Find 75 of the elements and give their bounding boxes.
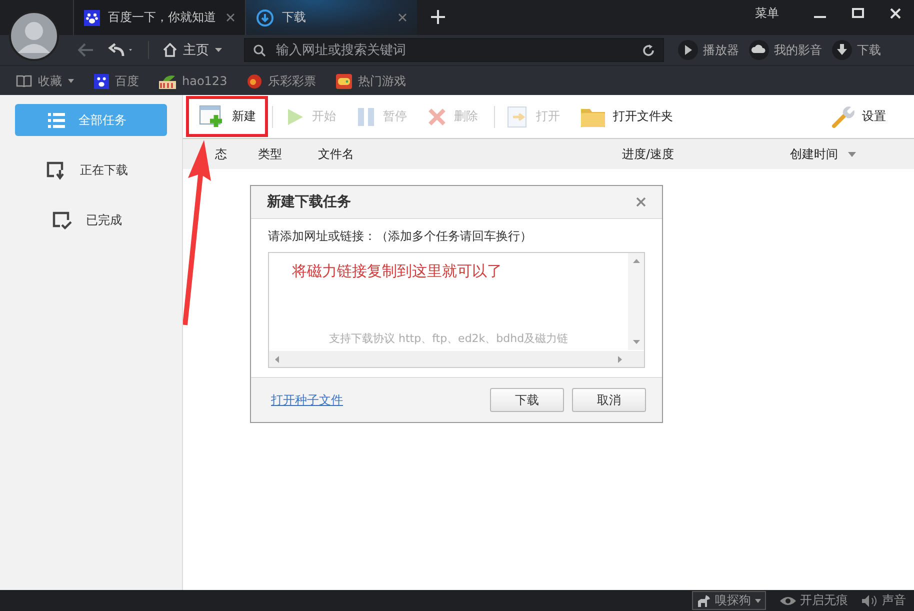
scroll-down-icon[interactable] xyxy=(632,340,640,344)
play-icon xyxy=(285,106,305,126)
open-file-icon xyxy=(507,106,529,128)
paw-icon xyxy=(94,74,109,88)
paw-icon xyxy=(84,10,100,26)
maximize-icon[interactable] xyxy=(852,8,864,18)
new-tab-icon[interactable] xyxy=(431,10,445,24)
play-icon xyxy=(678,40,698,60)
vertical-scrollbar[interactable] xyxy=(628,253,644,350)
horizontal-scrollbar[interactable] xyxy=(269,351,644,367)
speaker-icon xyxy=(862,594,878,606)
tab-title: 百度一下，你就知道 xyxy=(108,9,217,26)
column-header[interactable]: 类型 xyxy=(258,146,318,162)
menu-button[interactable]: 菜单 xyxy=(755,5,779,22)
delete-icon xyxy=(427,106,447,126)
home-button[interactable]: 主页 xyxy=(148,41,222,59)
bookmark[interactable]: 热门游戏 xyxy=(336,72,406,90)
browser-tab[interactable]: 百度一下，你就知道 xyxy=(73,0,245,35)
eye-icon xyxy=(780,596,796,606)
status-button[interactable]: 声音 xyxy=(862,592,906,609)
column-header[interactable]: 创建时间 xyxy=(790,146,856,162)
open-torrent-link[interactable]: 打开种子文件 xyxy=(271,392,343,408)
sidebar-item[interactable]: 已完成 xyxy=(15,204,167,236)
back-icon[interactable] xyxy=(78,43,94,57)
game-icon xyxy=(336,74,352,88)
undo-icon[interactable] xyxy=(108,43,134,57)
bookmark[interactable]: 乐彩彩票 xyxy=(247,72,316,90)
caret-icon xyxy=(755,598,761,602)
wrench-icon xyxy=(831,104,855,128)
bookmark[interactable]: 收藏 xyxy=(16,72,74,90)
ball-icon xyxy=(247,74,262,88)
sort-icon xyxy=(848,152,856,156)
column-header[interactable]: 文件名 xyxy=(318,146,622,162)
dialog-button[interactable]: 取消 xyxy=(572,388,646,412)
download-box-icon xyxy=(46,160,66,180)
new-window-icon xyxy=(199,104,225,128)
toolbar-button[interactable]: 新建 xyxy=(195,100,260,132)
bookmark[interactable]: hao123 xyxy=(159,74,228,88)
book-icon xyxy=(16,74,32,88)
download-icon xyxy=(256,8,274,26)
address-field[interactable]: 输入网址或搜索关键词 xyxy=(274,42,634,58)
nav-link[interactable]: 我的影音 xyxy=(749,40,822,60)
settings-button[interactable]: 设置 xyxy=(827,100,890,132)
check-box-icon xyxy=(52,210,72,230)
nav-link[interactable]: 播放器 xyxy=(678,40,739,60)
cloud-icon xyxy=(749,40,769,60)
dialog-title: 新建下载任务 xyxy=(267,193,351,211)
scroll-up-icon[interactable] xyxy=(632,259,640,263)
bookmark[interactable]: 百度 xyxy=(94,72,139,90)
scroll-right-icon[interactable] xyxy=(618,356,622,362)
browser-tab[interactable]: 下载 xyxy=(245,0,417,35)
dialog-button[interactable]: 下载 xyxy=(490,388,564,412)
dog-icon xyxy=(697,594,711,608)
status-button[interactable]: 嗅探狗 xyxy=(692,591,766,610)
pause-icon xyxy=(356,106,376,126)
download-icon xyxy=(832,40,852,60)
home-icon xyxy=(163,43,177,57)
list-icon xyxy=(48,112,64,128)
prompt-text: 请添加网址或链接：（添加多个任务请回车换行） xyxy=(268,228,533,245)
annotation-text: 将磁力链接复制到这里就可以了 xyxy=(292,262,502,281)
leaf-logo-icon xyxy=(159,74,176,88)
avatar-icon[interactable] xyxy=(9,11,59,61)
column-header[interactable]: 态 xyxy=(215,146,258,162)
sidebar-item[interactable]: 正在下载 xyxy=(15,154,167,186)
status-button[interactable]: 开启无痕 xyxy=(780,592,848,609)
scroll-left-icon[interactable] xyxy=(275,356,279,362)
tab-title: 下载 xyxy=(282,9,307,26)
toolbar-button[interactable]: 打开文件夹 xyxy=(576,100,677,132)
caret-icon xyxy=(68,79,74,83)
refresh-icon[interactable] xyxy=(642,44,655,56)
address-bar[interactable]: 输入网址或搜索关键词 xyxy=(244,38,664,62)
search-icon xyxy=(253,44,266,56)
caret-icon xyxy=(215,48,222,52)
column-header[interactable]: 进度/速度 xyxy=(622,146,790,162)
nav-link[interactable]: 下载 xyxy=(832,40,881,60)
